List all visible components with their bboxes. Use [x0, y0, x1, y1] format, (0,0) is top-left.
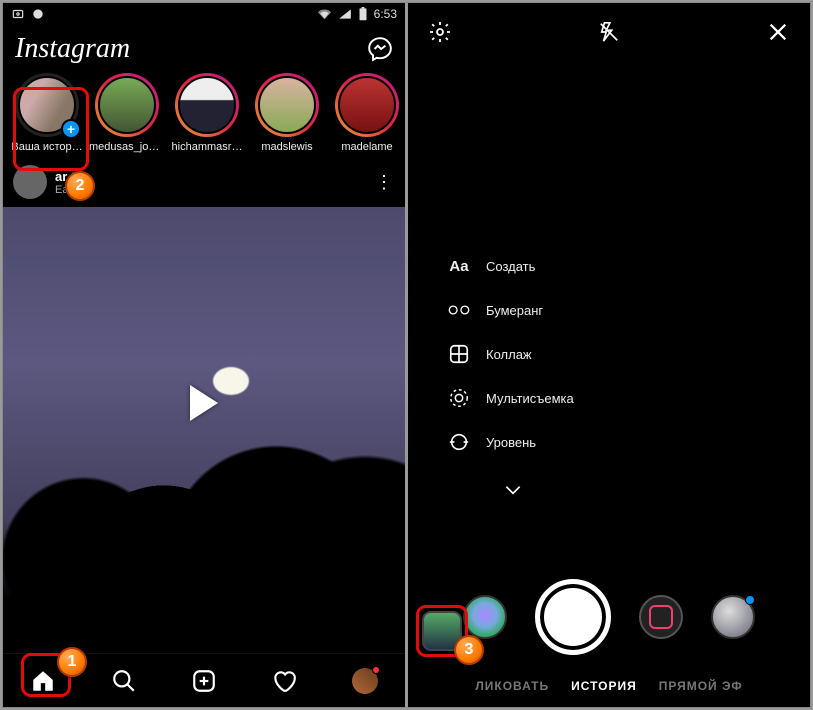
camera-top-bar: [408, 3, 810, 61]
story-item[interactable]: madelame: [327, 73, 405, 153]
boomerang-icon: [446, 297, 472, 323]
add-story-plus-icon: +: [61, 119, 81, 139]
instagram-logo: Instagram: [15, 33, 130, 65]
app-header: Instagram: [3, 25, 405, 69]
android-status-bar: 6:53: [3, 3, 405, 25]
post-media[interactable]: [3, 207, 405, 599]
profile-avatar-icon: [352, 668, 378, 694]
wifi-icon: [317, 8, 332, 20]
search-tab[interactable]: [102, 659, 146, 703]
stories-tray: + Ваша истор… medusas_jou… hichammasr… m…: [3, 69, 405, 157]
notification-dot-icon: [372, 666, 380, 674]
story-item[interactable]: madslewis: [247, 73, 327, 153]
media-moon-shape: [213, 367, 249, 395]
notification-icon: [11, 7, 25, 21]
battery-icon: [358, 7, 368, 21]
play-icon: [190, 385, 218, 421]
story-label: medusas_jou…: [89, 141, 165, 153]
new-post-tab[interactable]: [182, 659, 226, 703]
media-trees-shape: [3, 399, 405, 599]
mode-level[interactable]: Уровень: [446, 429, 574, 455]
camera-modes-list: Aa Создать Бумеранг Коллаж Мультисъемка: [446, 253, 574, 503]
your-story[interactable]: + Ваша истор…: [7, 73, 87, 153]
filter-option[interactable]: [463, 595, 507, 639]
mode-label: Уровень: [486, 435, 536, 450]
mode-layout[interactable]: Коллаж: [446, 341, 574, 367]
mode-label: Мультисъемка: [486, 391, 574, 406]
app-icon: [31, 7, 45, 21]
level-icon: [446, 429, 472, 455]
story-camera-screen: Aa Создать Бумеранг Коллаж Мультисъемка: [408, 3, 810, 707]
story-label: madelame: [341, 141, 392, 153]
camera-shutter-row: [408, 579, 810, 655]
post-subtitle: Ea: [55, 184, 85, 196]
story-label: hichammasr…: [172, 141, 243, 153]
tab-story[interactable]: ИСТОРИЯ: [571, 679, 637, 693]
close-icon[interactable]: [764, 18, 792, 46]
create-text-icon: Aa: [446, 253, 472, 279]
mode-boomerang[interactable]: Бумеранг: [446, 297, 574, 323]
mode-create[interactable]: Aa Создать: [446, 253, 574, 279]
story-label: Ваша истор…: [11, 141, 82, 153]
post-author-avatar[interactable]: [13, 165, 47, 199]
tab-live[interactable]: ПРЯМОЙ ЭФ: [659, 679, 743, 693]
home-tab[interactable]: [21, 659, 65, 703]
messenger-icon[interactable]: [367, 36, 393, 62]
mode-label: Бумеранг: [486, 303, 543, 318]
mode-multicapture[interactable]: Мультисъемка: [446, 385, 574, 411]
profile-tab[interactable]: [343, 659, 387, 703]
camera-tabs: ЛИКОВАТЬ ИСТОРИЯ ПРЯМОЙ ЭФ: [408, 679, 810, 693]
multicapture-icon: [446, 385, 472, 411]
story-item[interactable]: medusas_jou…: [87, 73, 167, 153]
post-username[interactable]: ar tw: [55, 169, 85, 184]
bottom-nav: [3, 653, 405, 707]
filter-option[interactable]: [639, 595, 683, 639]
clock-text: 6:53: [374, 7, 397, 21]
gallery-thumbnail[interactable]: [422, 611, 462, 651]
settings-icon[interactable]: [426, 18, 454, 46]
story-item[interactable]: hichammasr…: [167, 73, 247, 153]
instagram-feed-screen: 6:53 Instagram + Ваша истор… medusas_jou…: [3, 3, 405, 707]
new-dot-icon: [745, 595, 755, 605]
layout-icon: [446, 341, 472, 367]
story-label: madslewis: [261, 141, 312, 153]
chevron-down-icon: [500, 477, 526, 503]
flash-off-icon[interactable]: [595, 18, 623, 46]
tab-publish[interactable]: ЛИКОВАТЬ: [475, 679, 549, 693]
post-more-icon[interactable]: ⋮: [375, 172, 395, 193]
mode-label: Создать: [486, 259, 535, 274]
mode-label: Коллаж: [486, 347, 532, 362]
filter-option[interactable]: [711, 595, 755, 639]
signal-icon: [338, 8, 352, 20]
shutter-button[interactable]: [535, 579, 611, 655]
post-header: ar tw Ea ⋮: [3, 157, 405, 207]
activity-tab[interactable]: [262, 659, 306, 703]
mode-expand[interactable]: [452, 477, 574, 503]
